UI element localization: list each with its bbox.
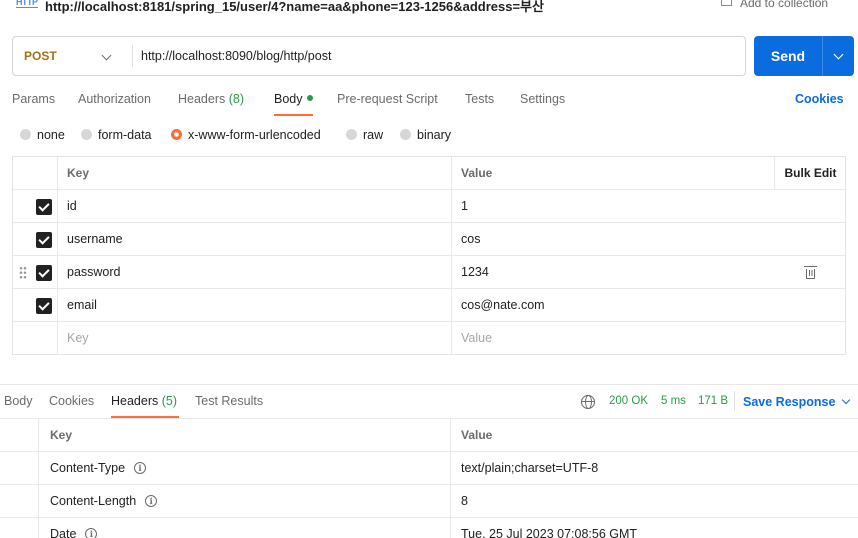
send-button-group: Send [754,36,854,76]
value-column-header: Value [461,166,493,180]
header-key-cell: Content-Type i [39,452,451,484]
divider [734,391,735,411]
info-icon[interactable]: i [85,528,98,538]
value-column-header: Value [461,428,493,442]
header-value-cell: 8 [461,494,468,508]
table-row: Content-Length i 8 [0,485,858,518]
key-cell[interactable]: email [58,289,452,321]
globe-icon[interactable] [581,395,595,409]
http-icon: HTTP [16,0,38,8]
value-cell[interactable]: 1234 [452,256,774,288]
tab-pre-request-script[interactable]: Pre-request Script [337,92,438,106]
tab-tests[interactable]: Tests [465,92,494,106]
header-value-cell: Tue, 25 Jul 2023 07:08:56 GMT [461,527,638,538]
bulk-edit-button[interactable]: Bulk Edit [774,157,846,189]
table-row: Date i Tue, 25 Jul 2023 07:08:56 GMT [0,518,858,538]
value-cell[interactable]: cos [452,223,774,255]
value-cell[interactable]: 1 [452,190,774,222]
active-tab-indicator [274,114,313,116]
cookies-link[interactable]: Cookies [795,92,844,106]
drag-handle-icon[interactable] [19,266,27,279]
response-time[interactable]: 5 ms [661,395,686,407]
table-row: username cos [13,223,845,256]
radio-x-www-form-urlencoded[interactable]: x-www-form-urlencoded [171,128,321,142]
radio-circle [346,129,357,140]
chevron-down-icon [842,395,851,405]
method-select[interactable]: POST [13,37,133,75]
url-input[interactable] [141,37,731,75]
radio-binary[interactable]: binary [400,128,451,142]
key-cell[interactable]: username [58,223,452,255]
url-bar: POST [12,36,746,76]
response-tab-test-results[interactable]: Test Results [195,394,263,408]
tab-authorization[interactable]: Authorization [78,92,151,106]
radio-circle [20,129,31,140]
new-param-row: Key Value [13,322,845,354]
radio-circle [400,129,411,140]
trash-icon[interactable] [803,265,817,279]
table-row: email cos@nate.com [13,289,845,322]
send-options-chevron-icon[interactable] [823,36,854,76]
key-column-header: Key [39,419,451,451]
radio-raw[interactable]: raw [346,128,383,142]
radio-none[interactable]: none [20,128,65,142]
save-response-button[interactable]: Save Response [743,395,851,409]
method-label: POST [24,49,57,63]
tab-headers[interactable]: Headers (8) [178,92,244,106]
tab-body[interactable]: Body [274,92,313,106]
key-cell[interactable]: password [58,256,452,288]
header-key-cell: Content-Length i [39,485,451,517]
info-icon[interactable]: i [145,495,158,507]
response-headers-table: Key Value Content-Type i text/plain;chars… [0,418,858,538]
request-title-bar: HTTP http://localhost:8181/spring_15/use… [0,0,858,16]
tab-params[interactable]: Params [12,92,55,106]
add-to-collection-label: Add to collection [740,0,829,10]
body-set-indicator [306,95,313,101]
radio-circle [81,129,92,140]
table-header: Key Value [0,419,858,452]
radio-circle-selected [171,129,182,140]
add-collection-icon [721,0,732,6]
divider [0,384,858,385]
row-checkbox[interactable] [36,298,52,314]
response-tab-headers[interactable]: Headers (5) [111,394,177,408]
header-key-cell: Date i [39,518,451,538]
info-icon[interactable]: i [134,462,147,474]
table-row: password 1234 [13,256,845,289]
response-tab-body[interactable]: Body [4,394,33,408]
value-cell[interactable]: cos@nate.com [452,289,774,321]
table-row: id 1 [13,190,845,223]
tab-settings[interactable]: Settings [520,92,565,106]
key-column-header: Key [58,157,452,189]
key-input-placeholder[interactable]: Key [58,322,452,354]
table-row: Content-Type i text/plain;charset=UTF-8 [0,452,858,485]
value-input-placeholder[interactable]: Value [452,322,774,354]
add-to-collection-button[interactable]: Add to collection [721,0,828,10]
response-tab-cookies[interactable]: Cookies [49,394,94,408]
header-value-cell: text/plain;charset=UTF-8 [461,461,599,475]
table-header: Key Value Bulk Edit [13,157,845,190]
divider [132,45,133,67]
response-size[interactable]: 171 B [698,395,728,407]
key-cell[interactable]: id [58,190,452,222]
send-button[interactable]: Send [754,36,822,76]
row-checkbox[interactable] [36,265,52,281]
status-code[interactable]: 200 OK [609,395,648,407]
form-params-table: Key Value Bulk Edit id 1 username cos pa… [12,156,846,355]
chevron-down-icon [101,50,112,61]
row-checkbox[interactable] [36,232,52,248]
radio-form-data[interactable]: form-data [81,128,152,142]
row-checkbox[interactable] [36,199,52,215]
request-title[interactable]: http://localhost:8181/spring_15/user/4?n… [45,0,544,15]
